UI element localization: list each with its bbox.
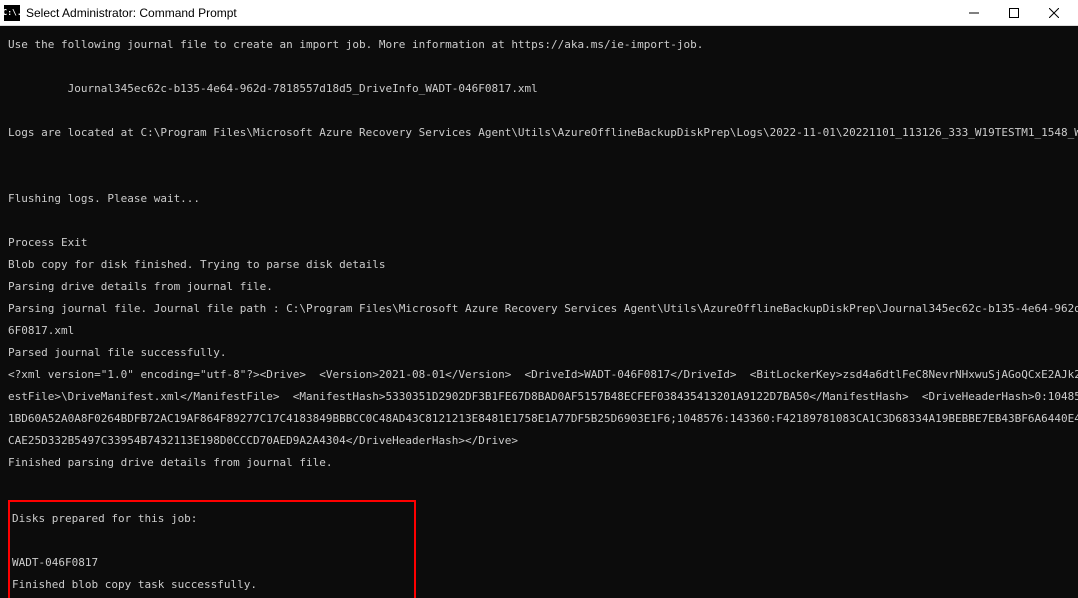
term-line <box>12 535 412 546</box>
minimize-button[interactable] <box>954 0 994 25</box>
terminal-output[interactable]: Use the following journal file to create… <box>0 26 1078 598</box>
term-line <box>8 61 1070 72</box>
highlight-disks-prepared: Disks prepared for this job: WADT-046F08… <box>8 500 416 598</box>
term-line: Journal345ec62c-b135-4e64-962d-7818557d1… <box>8 83 1070 94</box>
term-line: Parsed journal file successfully. <box>8 347 1070 358</box>
term-line: estFile>\DriveManifest.xml</ManifestFile… <box>8 391 1070 402</box>
term-line: Parsing drive details from journal file. <box>8 281 1070 292</box>
term-line <box>8 479 1070 490</box>
term-line <box>8 149 1070 160</box>
term-line: CAE25D332B5497C33954B7432113E198D0CCCD70… <box>8 435 1070 446</box>
term-line: Finished blob copy task successfully. <box>12 579 412 590</box>
term-line: Finished parsing drive details from jour… <box>8 457 1070 468</box>
term-line <box>8 171 1070 182</box>
term-line: 6F0817.xml <box>8 325 1070 336</box>
term-line: Disks prepared for this job: <box>12 513 412 524</box>
term-line: Process Exit <box>8 237 1070 248</box>
term-line: WADT-046F0817 <box>12 557 412 568</box>
cmd-icon: C:\. <box>4 5 20 21</box>
term-line: Blob copy for disk finished. Trying to p… <box>8 259 1070 270</box>
term-line: Parsing journal file. Journal file path … <box>8 303 1070 314</box>
maximize-button[interactable] <box>994 0 1034 25</box>
term-line: 1BD60A52A0A8F0264BDFB72AC19AF864F89277C1… <box>8 413 1070 424</box>
term-line: Flushing logs. Please wait... <box>8 193 1070 204</box>
titlebar: C:\. Select Administrator: Command Promp… <box>0 0 1078 26</box>
term-line <box>8 105 1070 116</box>
window-title: Select Administrator: Command Prompt <box>26 6 954 20</box>
window-controls <box>954 0 1074 25</box>
term-line <box>8 215 1070 226</box>
term-line: <?xml version="1.0" encoding="utf-8"?><D… <box>8 369 1070 380</box>
term-line: Logs are located at C:\Program Files\Mic… <box>8 127 1070 138</box>
close-button[interactable] <box>1034 0 1074 25</box>
term-line: Use the following journal file to create… <box>8 39 1070 50</box>
